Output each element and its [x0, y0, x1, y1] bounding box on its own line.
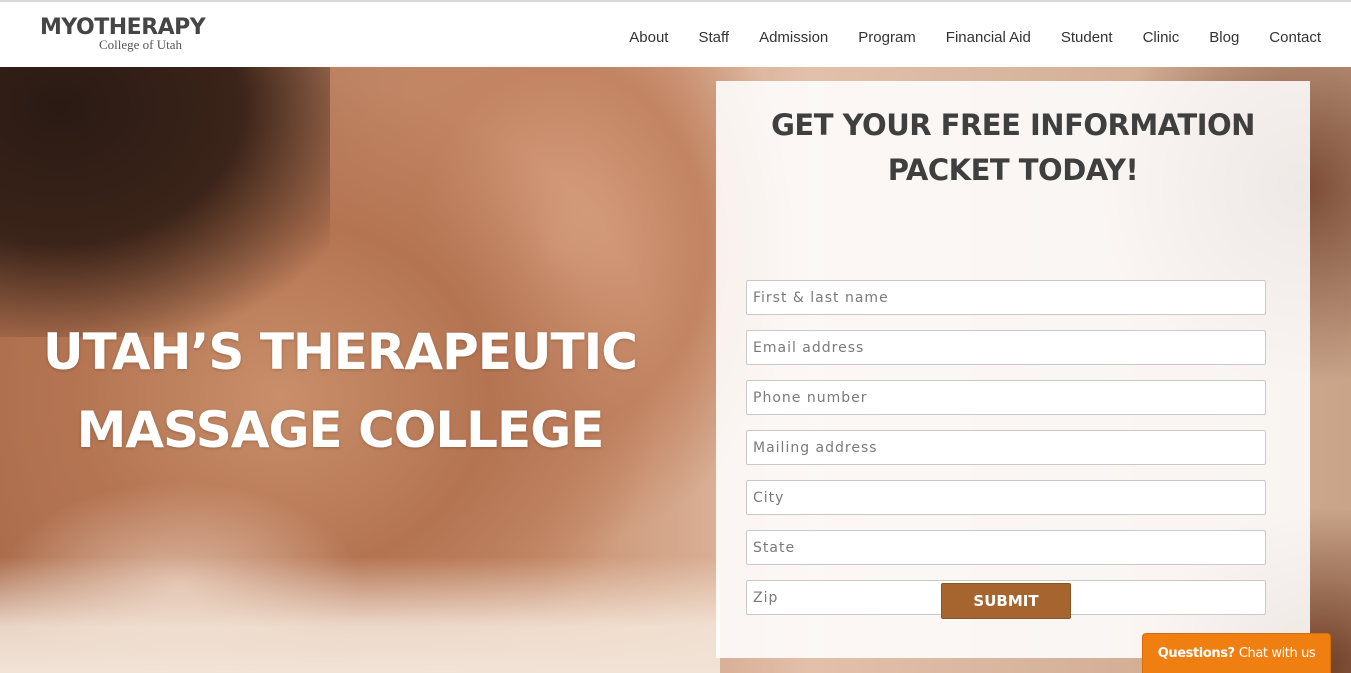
hero-background-image [0, 67, 330, 337]
nav-item-admission[interactable]: Admission [759, 28, 828, 48]
hero-section: UTAH’S THERAPEUTIC MASSAGE COLLEGE GET Y… [0, 67, 1351, 673]
chat-action-label: Chat with us [1238, 646, 1316, 661]
nav-item-financial-aid[interactable]: Financial Aid [946, 28, 1031, 48]
email-field[interactable] [746, 330, 1266, 365]
hero-background-towel [0, 557, 720, 673]
nav-item-about[interactable]: About [629, 28, 668, 48]
form-heading: GET YOUR FREE INFORMATION PACKET TODAY! [771, 108, 1255, 187]
info-packet-form: GET YOUR FREE INFORMATION PACKET TODAY! … [716, 81, 1310, 658]
nav-item-blog[interactable]: Blog [1209, 28, 1239, 48]
site-logo[interactable]: MYOTHERAPY College of Utah [40, 16, 270, 56]
mailing-address-field[interactable] [746, 430, 1266, 465]
chat-button[interactable]: Questions? Chat with us [1142, 633, 1331, 673]
name-field[interactable] [746, 280, 1266, 315]
chat-question-label: Questions? [1157, 646, 1235, 661]
nav-item-clinic[interactable]: Clinic [1143, 28, 1180, 48]
nav-item-staff[interactable]: Staff [698, 28, 729, 48]
nav-item-contact[interactable]: Contact [1269, 28, 1321, 48]
state-field[interactable] [746, 530, 1266, 565]
nav-item-program[interactable]: Program [858, 28, 916, 48]
site-header: MYOTHERAPY College of Utah About Staff A… [0, 0, 1351, 67]
submit-button[interactable]: SUBMIT [941, 583, 1071, 619]
hero-title: UTAH’S THERAPEUTIC MASSAGE COLLEGE [43, 323, 638, 459]
main-nav: About Staff Admission Program Financial … [599, 28, 1321, 48]
city-field[interactable] [746, 480, 1266, 515]
logo-subtitle: College of Utah [99, 37, 183, 52]
phone-field[interactable] [746, 380, 1266, 415]
nav-item-student[interactable]: Student [1061, 28, 1113, 48]
